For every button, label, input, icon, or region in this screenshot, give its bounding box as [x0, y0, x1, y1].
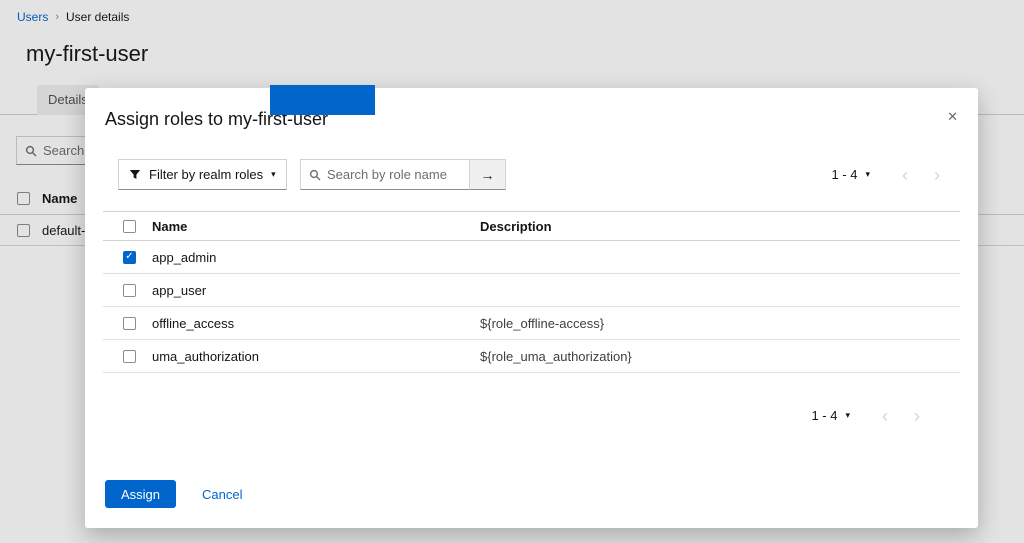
modal-close-button[interactable]: ✕ [947, 110, 958, 123]
pagination-next-button[interactable]: › [914, 407, 920, 425]
search-icon [309, 169, 321, 181]
tab-role-mapping-selected[interactable] [270, 85, 375, 115]
pagination-top: 1 - 4 ▾ ‹ › [831, 159, 940, 190]
modal-footer: Assign Cancel [105, 480, 243, 508]
role-name: app_admin [152, 250, 480, 265]
role-name: uma_authorization [152, 349, 480, 364]
assign-button[interactable]: Assign [105, 480, 176, 508]
role-search-group: → [300, 159, 506, 190]
role-checkbox[interactable] [123, 284, 136, 297]
cancel-button[interactable]: Cancel [202, 487, 242, 502]
roles-table-header: Name Description [103, 211, 960, 241]
role-checkbox[interactable] [123, 251, 136, 264]
filter-dropdown-label: Filter by realm roles [149, 167, 263, 182]
assign-roles-modal: Assign roles to my-first-user ✕ Filter b… [85, 88, 978, 528]
search-submit-button[interactable]: → [470, 159, 506, 190]
pagination-bottom: 1 - 4 ▾ ‹ › [811, 400, 920, 431]
column-header-description: Description [480, 219, 960, 234]
role-name: app_user [152, 283, 480, 298]
roles-table: Name Description app_admin app_user offl… [103, 211, 960, 373]
role-checkbox[interactable] [123, 350, 136, 363]
arrow-right-icon: → [481, 167, 495, 183]
role-checkbox[interactable] [123, 317, 136, 330]
role-search [300, 159, 470, 190]
column-header-name: Name [152, 219, 480, 234]
chevron-right-icon: › [914, 406, 920, 426]
role-row: app_user [103, 274, 960, 307]
role-row: offline_access ${role_offline-access} [103, 307, 960, 340]
close-icon: ✕ [947, 109, 958, 124]
pagination-next-button[interactable]: › [934, 166, 940, 184]
screen: Users › User details my-first-user Detai… [0, 0, 1024, 543]
pagination-options-toggle[interactable]: 1 - 4 ▾ [831, 167, 870, 182]
role-description: ${role_offline-access} [480, 316, 960, 331]
caret-down-icon: ▾ [271, 169, 276, 180]
pagination-options-toggle[interactable]: 1 - 4 ▾ [811, 408, 850, 423]
pagination-prev-button[interactable]: ‹ [882, 407, 888, 425]
filter-icon [129, 169, 141, 181]
pagination-range: 1 - 4 [811, 408, 837, 423]
role-row: uma_authorization ${role_uma_authorizati… [103, 340, 960, 373]
role-name: offline_access [152, 316, 480, 331]
role-row: app_admin [103, 241, 960, 274]
role-search-input[interactable] [327, 167, 461, 182]
chevron-right-icon: › [934, 165, 940, 185]
filter-dropdown[interactable]: Filter by realm roles ▾ [118, 159, 287, 190]
pagination-range: 1 - 4 [831, 167, 857, 182]
caret-down-icon: ▾ [865, 169, 870, 180]
caret-down-icon: ▾ [845, 410, 850, 421]
chevron-left-icon: ‹ [882, 406, 888, 426]
select-all-checkbox[interactable] [123, 220, 136, 233]
chevron-left-icon: ‹ [902, 165, 908, 185]
pagination-prev-button[interactable]: ‹ [902, 166, 908, 184]
role-description: ${role_uma_authorization} [480, 349, 960, 364]
